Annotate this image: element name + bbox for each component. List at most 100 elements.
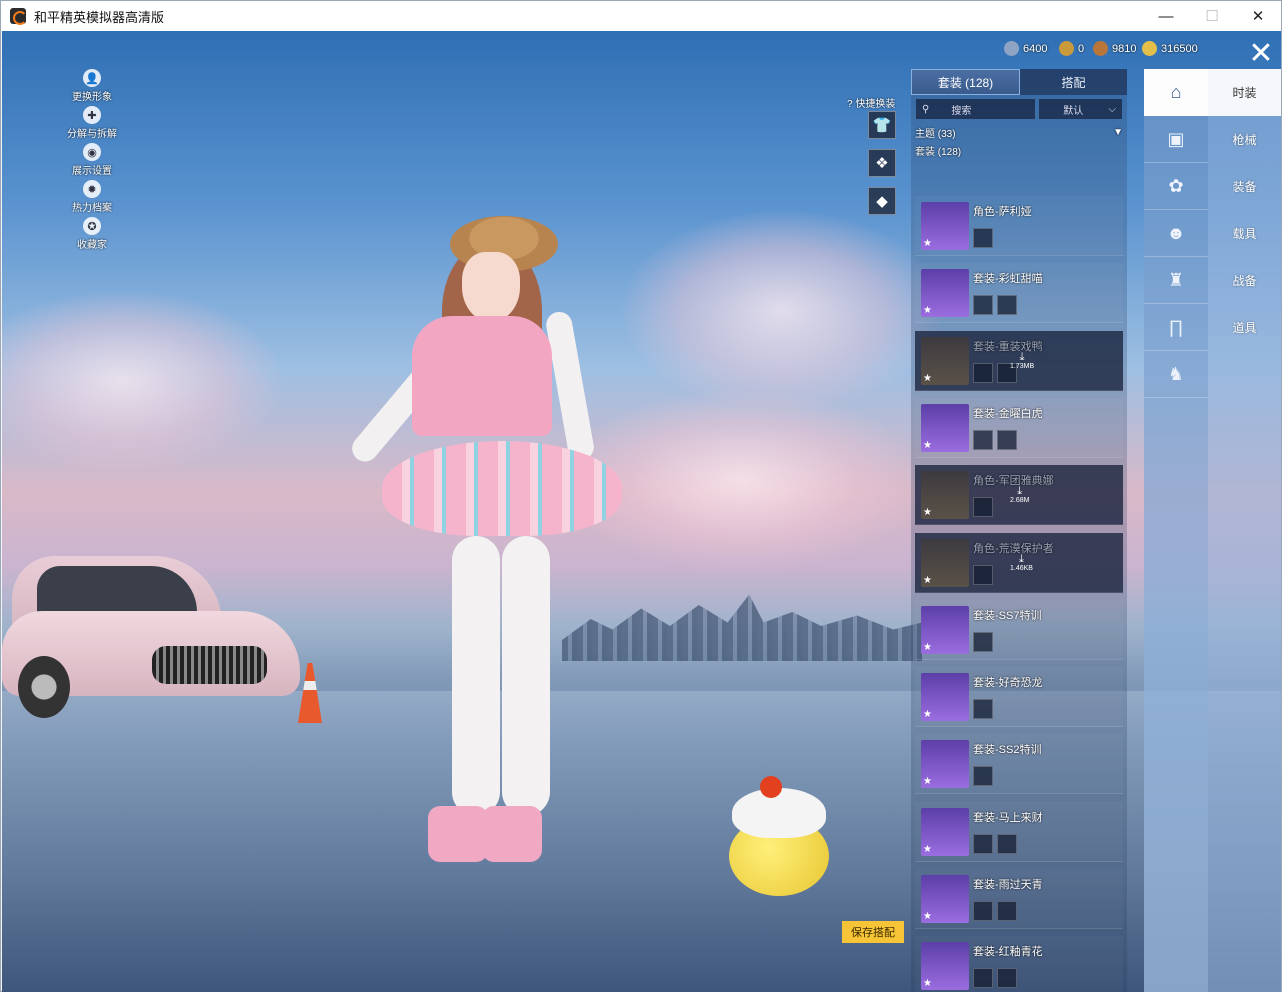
suit-name: 角色-荒漠保护者 xyxy=(973,542,1054,555)
suit-name: 套装-SS7特训 xyxy=(973,609,1042,622)
suit-item[interactable]: 套装-金曜白虎 xyxy=(915,398,1123,458)
suit-parts xyxy=(973,631,993,652)
left-menu-change-avatar[interactable]: 👤 更换形象 xyxy=(57,69,127,106)
suit-part-icon[interactable] xyxy=(973,228,993,248)
left-menu-label: 更换形象 xyxy=(72,92,112,103)
eye-icon: ◉ xyxy=(83,143,101,161)
suit-item[interactable]: 套装-马上来财 xyxy=(915,802,1123,862)
category-weapons[interactable]: 枪械 xyxy=(1208,116,1281,163)
title-bar: 和平精英模拟器高清版 — ☐ ✕ xyxy=(1,1,1281,31)
suit-item[interactable]: 套装-好奇恐龙 xyxy=(915,667,1123,728)
shoes-icon[interactable]: ♞ xyxy=(1144,351,1208,398)
suit-parts xyxy=(973,295,1017,316)
suit-item[interactable]: 角色-萨利娅 xyxy=(915,196,1123,256)
suit-part-icon[interactable] xyxy=(973,833,993,854)
suit-part-icon[interactable] xyxy=(997,968,1017,989)
suit-item[interactable]: 角色-军团雅典娜⤓2.68M xyxy=(915,465,1123,526)
left-menu-heat-profile[interactable]: ✹ 热力档案 xyxy=(57,180,127,217)
download-icon: ⤓ xyxy=(1019,350,1025,363)
suit-part-icon[interactable] xyxy=(973,901,993,921)
suit-thumbnail xyxy=(921,538,969,587)
close-panel-button[interactable]: ✕ xyxy=(1242,37,1280,70)
suit-item[interactable]: 套装-雨过天青 xyxy=(915,869,1123,929)
suit-part-icon[interactable] xyxy=(973,766,993,787)
left-menu-label: 分解与拆解 xyxy=(67,129,117,140)
search-input[interactable]: ⚲ 搜索 xyxy=(916,99,1036,119)
suit-part-icon[interactable] xyxy=(973,362,993,383)
download-indicator[interactable]: ⤓ 2.68M xyxy=(1010,485,1029,505)
sort-dropdown[interactable]: 默认 ⌵ xyxy=(1039,99,1122,119)
quick-outfit-button[interactable]: 👕 xyxy=(868,111,896,139)
suit-part-icon[interactable] xyxy=(973,295,993,316)
suit-thumbnail xyxy=(921,605,969,654)
download-size: 1.46KB xyxy=(1010,564,1033,572)
maximize-button[interactable]: ☐ xyxy=(1189,1,1235,31)
suit-part-icon[interactable] xyxy=(973,631,993,652)
category-icon-column: ⌂ ▣ ✿ ☻ ♜ ∏ ♞ xyxy=(1144,69,1208,992)
suit-item[interactable]: 套装-SS2特训 xyxy=(915,734,1123,795)
suit-parts xyxy=(973,968,1017,989)
shirt-icon[interactable]: ♜ xyxy=(1144,257,1208,304)
suit-part-icon[interactable] xyxy=(973,968,993,989)
suit-part-icon[interactable] xyxy=(997,295,1017,316)
suit-item[interactable]: 套装-红釉青花 xyxy=(915,936,1123,992)
suit-name: 套装-马上来财 xyxy=(973,811,1043,824)
dropdown-arrow-icon: ▼ xyxy=(1113,126,1123,138)
suit-part-icon[interactable] xyxy=(973,429,993,450)
player-character[interactable] xyxy=(302,216,632,886)
help-icon[interactable]: ? xyxy=(847,99,853,110)
download-indicator[interactable]: ⤓ 1.46KB xyxy=(1010,553,1033,573)
category-items[interactable]: 道具 xyxy=(1208,304,1281,351)
face-icon[interactable]: ☻ xyxy=(1144,210,1208,257)
suit-item[interactable]: 套装-重装戏鸭⤓1.73MB xyxy=(915,330,1123,391)
suits-label: 套装 (128) xyxy=(915,146,962,158)
theme-filter[interactable]: 主题 (33) ▼ xyxy=(911,123,1127,141)
currency-value: 0 xyxy=(1078,42,1085,55)
left-menu-label: 收藏家 xyxy=(77,240,107,251)
chick-pet xyxy=(724,776,834,896)
left-menu-display-settings[interactable]: ◉ 展示设置 xyxy=(57,143,127,180)
save-outfit-button[interactable]: 保存搭配 xyxy=(842,921,904,943)
category-battle-prep[interactable]: 战备 xyxy=(1208,257,1281,304)
category-fashion[interactable]: 时装 xyxy=(1208,69,1281,116)
quick-diamond-button[interactable]: ◆ xyxy=(868,187,896,215)
download-icon: ⤓ xyxy=(1017,485,1023,498)
suit-thumbnail xyxy=(921,471,969,520)
suit-item[interactable]: 角色-荒漠保护者⤓1.46KB xyxy=(915,532,1123,593)
suit-name: 套装-金曜白虎 xyxy=(973,407,1043,420)
left-menu-decompose[interactable]: ✚ 分解与拆解 xyxy=(57,106,127,143)
suit-item[interactable]: 套装-彩虹甜喵 xyxy=(915,263,1123,324)
cloud xyxy=(2,291,282,471)
suit-thumbnail xyxy=(921,875,969,923)
download-indicator[interactable]: ⤓ 1.73MB xyxy=(1010,350,1035,371)
outfit-list-panel: 套装 (128) 搭配 ⚲ 搜索 默认 ⌵ 主题 (33) ▼ 套装 (128) 角色… xyxy=(911,69,1127,992)
currency-value: 6400 xyxy=(1023,42,1048,55)
suit-name: 套装-SS2特训 xyxy=(973,744,1042,757)
parachute-icon[interactable]: ✿ xyxy=(1144,163,1208,210)
backpack-icon[interactable]: ▣ xyxy=(1144,116,1208,163)
silver-coin-icon xyxy=(1004,41,1019,56)
quick-badge-button[interactable]: ❖ xyxy=(868,149,896,177)
category-label-column: 时装 枪械 装备 载具 战备 道具 xyxy=(1208,69,1281,992)
suit-part-icon[interactable] xyxy=(973,497,993,518)
suit-part-icon[interactable] xyxy=(997,901,1017,921)
tab-suits[interactable]: 套装 (128) xyxy=(911,69,1020,95)
window-close-button[interactable]: ✕ xyxy=(1235,1,1281,31)
suit-thumbnail xyxy=(921,740,969,789)
suit-part-icon[interactable] xyxy=(997,833,1017,854)
suit-part-icon[interactable] xyxy=(973,564,993,585)
category-equipment[interactable]: 装备 xyxy=(1208,163,1281,210)
tab-combos[interactable]: 搭配 xyxy=(1020,69,1127,95)
suit-name: 套装-彩虹甜喵 xyxy=(973,273,1043,286)
hanger-icon[interactable]: ⌂ xyxy=(1144,69,1208,116)
pants-icon[interactable]: ∏ xyxy=(1144,304,1208,351)
suit-thumbnail xyxy=(921,202,969,250)
minimize-button[interactable]: — xyxy=(1143,1,1189,31)
suit-part-icon[interactable] xyxy=(973,699,993,720)
category-vehicles[interactable]: 载具 xyxy=(1208,210,1281,257)
download-size: 1.73MB xyxy=(1010,362,1035,370)
left-menu-collector[interactable]: ✪ 收藏家 xyxy=(57,217,127,254)
suit-part-icon[interactable] xyxy=(997,429,1017,450)
suit-item[interactable]: 套装-SS7特训 xyxy=(915,600,1123,660)
currency-gold: 316500 xyxy=(1142,41,1198,56)
